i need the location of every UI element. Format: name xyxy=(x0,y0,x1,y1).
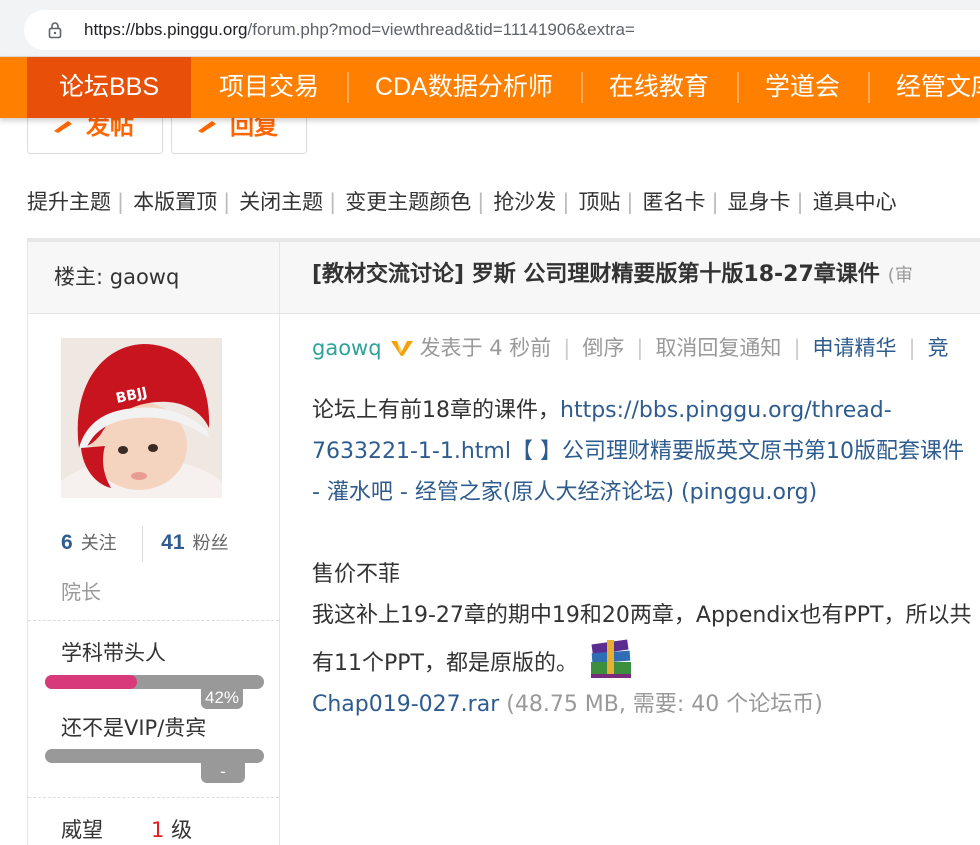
user-rank: 院长 xyxy=(61,580,101,604)
description-text: 我这补上19-27章的期中19和20两章，Appendix也有PPT，所以共有1… xyxy=(312,595,972,684)
avatar-image: BBJJ xyxy=(61,338,222,498)
separator: | xyxy=(477,190,485,214)
prestige-label: 威望 xyxy=(61,818,103,842)
avatar[interactable]: BBJJ xyxy=(61,338,222,498)
separator: | xyxy=(117,190,125,214)
nav-item-education[interactable]: 在线教育 xyxy=(580,57,737,118)
fans-label: 粉丝 xyxy=(192,533,229,554)
thread-title-suffix: (审 xyxy=(887,265,913,286)
separator: | xyxy=(793,336,801,360)
post-time: 发表于 4 秒前 xyxy=(419,336,552,360)
follow-stats: 6 关注 41 粉丝 xyxy=(61,526,229,562)
main-nav: 论坛BBS 项目交易 CDA数据分析师 在线教育 学道会 经管文库 xyxy=(0,57,980,118)
thread-title-bar: [教材交流讨论] 罗斯 公司理财精要版第十版18-27章课件 (审 xyxy=(280,242,980,314)
separator: | xyxy=(563,336,571,360)
reverse-order-link[interactable]: 倒序 xyxy=(582,336,624,360)
toolbar-boost[interactable]: 提升主题 xyxy=(27,190,111,214)
divider xyxy=(142,526,144,562)
level-name: 学科带头人 xyxy=(61,641,166,665)
prestige-row: 威望 1 级 xyxy=(61,814,192,844)
url-text: https://bbs.pinggu.org/forum.php?mod=vie… xyxy=(84,20,635,40)
url-field[interactable]: https://bbs.pinggu.org/forum.php?mod=vie… xyxy=(24,10,980,50)
separator: | xyxy=(329,190,337,214)
author-sidebar: 楼主: gaowq BBJJ 6 关注 41 粉丝 院长 学科带头人 42% 还… xyxy=(28,242,280,845)
nav-item-cda[interactable]: CDA数据分析师 xyxy=(347,57,581,118)
divider xyxy=(28,620,279,621)
separator: | xyxy=(908,336,916,360)
level-progress-fill xyxy=(45,675,137,689)
toolbar-sofa[interactable]: 抢沙发 xyxy=(493,190,556,214)
pencil-icon xyxy=(54,121,72,133)
thread-post: 楼主: gaowq BBJJ 6 关注 41 粉丝 院长 学科带头人 42% 还… xyxy=(27,238,980,845)
toolbar-props[interactable]: 道具中心 xyxy=(813,190,897,214)
follow-link[interactable]: 6 关注 xyxy=(61,531,117,554)
prestige-unit: 级 xyxy=(171,818,193,842)
thread-owner: 楼主: gaowq xyxy=(28,242,279,314)
vip-progress-bar: - xyxy=(45,749,264,783)
follow-label: 关注 xyxy=(80,533,117,554)
rar-archive-icon xyxy=(590,639,631,678)
fans-link[interactable]: 41 粉丝 xyxy=(161,531,229,554)
cancel-notify-link[interactable]: 取消回复通知 xyxy=(655,336,781,360)
post-author-link[interactable]: gaowq xyxy=(312,336,382,360)
post-body: [教材交流讨论] 罗斯 公司理财精要版第十版18-27章课件 (审 gaowq 发表… xyxy=(280,242,980,845)
nav-item-library[interactable]: 经管文库 xyxy=(867,57,980,118)
prestige-value: 1 xyxy=(151,818,165,842)
fans-count: 41 xyxy=(161,531,185,554)
url-path: /forum.php?mod=viewthread&tid=11141906&e… xyxy=(247,20,635,39)
more-link[interactable]: 竞 xyxy=(928,336,949,360)
toolbar-close[interactable]: 关闭主题 xyxy=(239,190,323,214)
nav-item-bbs[interactable]: 论坛BBS xyxy=(27,57,192,118)
follow-count: 6 xyxy=(61,531,73,554)
description: 我这补上19-27章的期中19和20两章，Appendix也有PPT，所以共有1… xyxy=(312,603,972,676)
attachment-link[interactable]: Chap019-027.rar xyxy=(312,692,499,717)
nav-item-xuedaohui[interactable]: 学道会 xyxy=(736,57,868,118)
site-info-icon[interactable] xyxy=(46,21,64,39)
apply-digest-link[interactable]: 申请精华 xyxy=(813,336,897,360)
vip-badge-icon xyxy=(390,341,413,356)
intro-text: 论坛上有前18章的课件， xyxy=(312,398,560,423)
attachment-row: Chap019-027.rar (48.75 MB, 需要: 40 个论坛币) xyxy=(312,684,972,725)
toolbar-reveal-card[interactable]: 显身卡 xyxy=(728,190,791,214)
post-paragraph: 论坛上有前18章的课件，https://bbs.pinggu.org/threa… xyxy=(312,390,972,513)
separator: | xyxy=(711,190,719,214)
toolbar-anon-card[interactable]: 匿名卡 xyxy=(642,190,705,214)
url-host: https://bbs.pinggu.org xyxy=(84,20,248,39)
nav-item-projects[interactable]: 项目交易 xyxy=(191,57,347,118)
attachment-info: (48.75 MB, 需要: 40 个论坛币) xyxy=(506,692,823,717)
price-note: 售价不菲 xyxy=(312,562,401,587)
post-meta: gaowq 发表于 4 秒前 | 倒序 | 取消回复通知 | 申请精华 | 竞 xyxy=(312,332,949,362)
vip-progress-label: - xyxy=(201,761,245,783)
separator: | xyxy=(562,190,570,214)
vip-status: 还不是VIP/贵宾 xyxy=(61,716,207,740)
thread-title: [教材交流讨论] 罗斯 公司理财精要版第十版18-27章课件 xyxy=(312,262,880,287)
separator: | xyxy=(626,190,634,214)
toolbar-pin[interactable]: 本版置顶 xyxy=(133,190,217,214)
toolbar-bump[interactable]: 顶贴 xyxy=(578,190,620,214)
level-progress-label: 42% xyxy=(201,687,244,709)
level-progress-bar: 42% xyxy=(45,675,264,709)
post-content: 论坛上有前18章的课件，https://bbs.pinggu.org/threa… xyxy=(312,390,972,725)
browser-address-bar: https://bbs.pinggu.org/forum.php?mod=vie… xyxy=(0,0,980,57)
divider xyxy=(28,797,279,798)
separator: | xyxy=(636,336,644,360)
toolbar-color[interactable]: 变更主题颜色 xyxy=(345,190,471,214)
separator: | xyxy=(796,190,804,214)
pencil-icon xyxy=(198,121,216,133)
separator: | xyxy=(223,190,231,214)
thread-toolbar: 提升主题 | 本版置顶 | 关闭主题 | 变更主题颜色 | 抢沙发 | 顶贴 | 匿名卡 | 显身卡 | 道具中… xyxy=(27,186,897,216)
